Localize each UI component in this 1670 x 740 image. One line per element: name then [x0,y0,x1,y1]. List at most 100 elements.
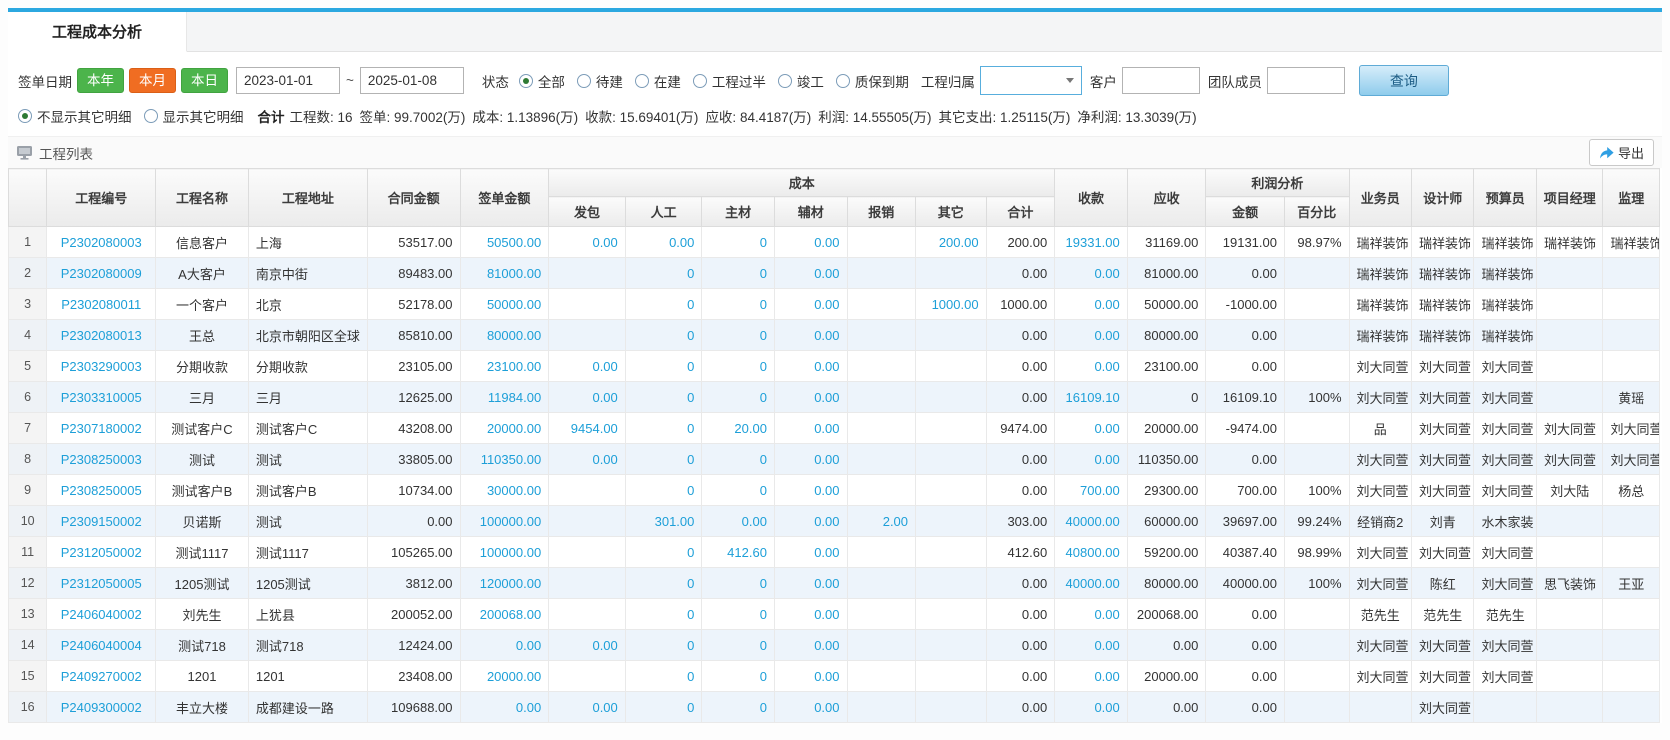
cell-cost-main-material[interactable]: 0 [702,599,775,630]
cell-cost-labor[interactable]: 0 [625,692,702,723]
cell-cost-labor[interactable]: 0 [625,258,702,289]
cell-received[interactable]: 40000.00 [1055,506,1128,537]
cell-project-code[interactable]: P2308250003 [47,444,156,475]
cell-cost-aux-material[interactable]: 0.00 [774,599,847,630]
cell-project-code[interactable]: P2302080011 [47,289,156,320]
cell-cost-aux-material[interactable]: 0.00 [774,351,847,382]
date-to-input[interactable] [360,67,464,94]
cell-received[interactable]: 19331.00 [1055,227,1128,258]
cell-sign-amount[interactable]: 23100.00 [460,351,549,382]
cell-cost-labor[interactable]: 0.00 [625,227,702,258]
cell-cost-labor[interactable]: 0 [625,568,702,599]
cell-sign-amount[interactable]: 110350.00 [460,444,549,475]
cell-cost-other[interactable]: 200.00 [916,227,987,258]
cell-cost-labor[interactable]: 0 [625,320,702,351]
cell-project-code[interactable]: P2406040004 [47,630,156,661]
cell-sign-amount[interactable]: 0.00 [460,630,549,661]
cell-cost-main-material[interactable]: 0 [702,692,775,723]
cell-cost-main-material[interactable]: 412.60 [702,537,775,568]
cell-cost-outsource[interactable]: 0.00 [549,351,626,382]
quick-date-button-本年[interactable]: 本年 [77,68,124,94]
cell-cost-labor[interactable]: 0 [625,475,702,506]
status-option-竣工[interactable]: 竣工 [778,71,824,91]
cell-cost-main-material[interactable]: 0 [702,289,775,320]
cell-cost-aux-material[interactable]: 0.00 [774,258,847,289]
cell-project-code[interactable]: P2303290003 [47,351,156,382]
cell-cost-labor[interactable]: 0 [625,661,702,692]
cell-cost-main-material[interactable]: 0 [702,475,775,506]
cell-cost-main-material[interactable]: 0 [702,568,775,599]
cell-cost-outsource[interactable]: 0.00 [549,692,626,723]
cell-sign-amount[interactable]: 100000.00 [460,506,549,537]
cell-cost-other[interactable]: 1000.00 [916,289,987,320]
cell-cost-labor[interactable]: 0 [625,289,702,320]
cell-cost-aux-material[interactable]: 0.00 [774,568,847,599]
date-from-input[interactable] [236,67,340,94]
cell-project-code[interactable]: P2312050002 [47,537,156,568]
cell-sign-amount[interactable]: 200068.00 [460,599,549,630]
search-button[interactable]: 查询 [1359,65,1449,96]
cell-sign-amount[interactable]: 30000.00 [460,475,549,506]
cell-cost-aux-material[interactable]: 0.00 [774,320,847,351]
cell-received[interactable]: 0.00 [1055,444,1128,475]
cell-received[interactable]: 0.00 [1055,413,1128,444]
tab-project-cost-analysis[interactable]: 工程成本分析 [8,12,187,52]
cell-cost-main-material[interactable]: 0 [702,351,775,382]
status-option-工程过半[interactable]: 工程过半 [693,71,766,91]
cell-received[interactable]: 0.00 [1055,630,1128,661]
cell-received[interactable]: 0.00 [1055,661,1128,692]
cell-cost-labor[interactable]: 0 [625,351,702,382]
customer-input[interactable] [1122,67,1200,94]
cell-cost-labor[interactable]: 0 [625,599,702,630]
cell-sign-amount[interactable]: 50000.00 [460,289,549,320]
cell-project-code[interactable]: P2307180002 [47,413,156,444]
cell-cost-aux-material[interactable]: 0.00 [774,506,847,537]
cell-received[interactable]: 0.00 [1055,258,1128,289]
cell-cost-main-material[interactable]: 0 [702,630,775,661]
cell-sign-amount[interactable]: 20000.00 [460,413,549,444]
project-belong-select[interactable] [980,66,1082,95]
cell-project-code[interactable]: P2308250005 [47,475,156,506]
cell-cost-labor[interactable]: 0 [625,413,702,444]
cell-cost-reimburse[interactable]: 2.00 [847,506,916,537]
cell-cost-outsource[interactable]: 0.00 [549,444,626,475]
cell-cost-main-material[interactable]: 0 [702,227,775,258]
cell-cost-aux-material[interactable]: 0.00 [774,630,847,661]
cell-cost-main-material[interactable]: 0.00 [702,506,775,537]
cell-sign-amount[interactable]: 100000.00 [460,537,549,568]
cell-cost-outsource[interactable]: 0.00 [549,630,626,661]
cell-project-code[interactable]: P2302080009 [47,258,156,289]
cell-sign-amount[interactable]: 50500.00 [460,227,549,258]
cell-cost-labor[interactable]: 0 [625,630,702,661]
cell-sign-amount[interactable]: 81000.00 [460,258,549,289]
cell-project-code[interactable]: P2409270002 [47,661,156,692]
cell-project-code[interactable]: P2409300002 [47,692,156,723]
cell-project-code[interactable]: P2302080003 [47,227,156,258]
cell-cost-main-material[interactable]: 0 [702,661,775,692]
status-option-全部[interactable]: 全部 [519,71,565,91]
cell-sign-amount[interactable]: 0.00 [460,692,549,723]
cell-cost-labor[interactable]: 0 [625,444,702,475]
cell-project-code[interactable]: P2302080013 [47,320,156,351]
cell-received[interactable]: 0.00 [1055,320,1128,351]
cell-received[interactable]: 700.00 [1055,475,1128,506]
cell-project-code[interactable]: P2303310005 [47,382,156,413]
cell-project-code[interactable]: P2312050005 [47,568,156,599]
cell-cost-outsource[interactable]: 0.00 [549,382,626,413]
cell-received[interactable]: 0.00 [1055,599,1128,630]
cell-cost-aux-material[interactable]: 0.00 [774,661,847,692]
cell-sign-amount[interactable]: 20000.00 [460,661,549,692]
cell-cost-main-material[interactable]: 0 [702,320,775,351]
cell-cost-aux-material[interactable]: 0.00 [774,289,847,320]
cell-cost-aux-material[interactable]: 0.00 [774,537,847,568]
detail-toggle-不显示其它明细[interactable]: 不显示其它明细 [18,106,132,126]
cell-cost-aux-material[interactable]: 0.00 [774,413,847,444]
cell-cost-main-material[interactable]: 20.00 [702,413,775,444]
quick-date-button-本月[interactable]: 本月 [129,68,176,94]
cell-received[interactable]: 40800.00 [1055,537,1128,568]
cell-cost-labor[interactable]: 301.00 [625,506,702,537]
cell-cost-aux-material[interactable]: 0.00 [774,692,847,723]
cell-cost-main-material[interactable]: 0 [702,444,775,475]
detail-toggle-显示其它明细[interactable]: 显示其它明细 [144,106,244,126]
team-member-input[interactable] [1267,67,1345,94]
